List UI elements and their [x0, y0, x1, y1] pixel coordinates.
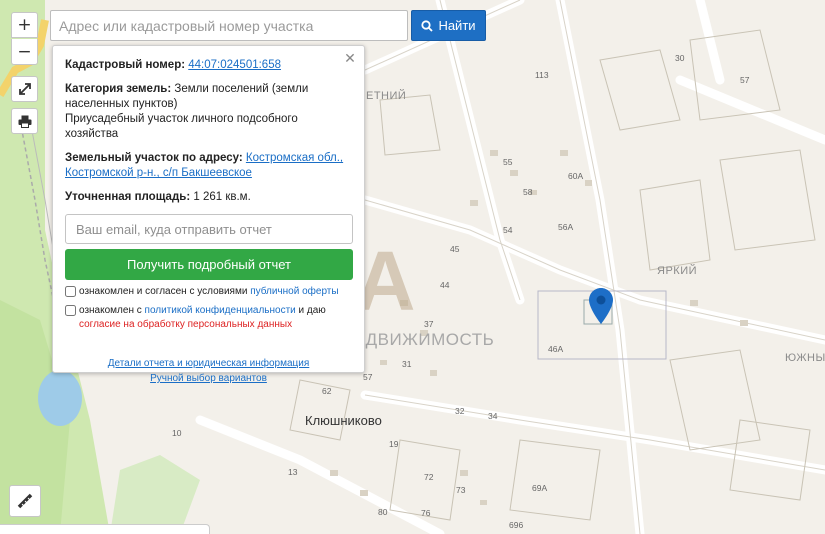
popup-links: Детали отчета и юридическая информация Р… — [65, 356, 352, 386]
house-number: 55 — [503, 157, 513, 167]
house-number: 10 — [172, 428, 182, 438]
area-label: ЮЖНЫ — [785, 352, 825, 364]
house-number: 31 — [402, 359, 412, 369]
cadastral-link[interactable]: 44:07:024501:658 — [188, 59, 281, 71]
house-number: 56A — [558, 222, 574, 232]
house-number: 32 — [455, 406, 465, 416]
address-row: Земельный участок по адресу: Костромская… — [65, 151, 352, 181]
house-number: 73 — [456, 485, 466, 495]
search-input[interactable] — [50, 10, 408, 41]
house-number: 113 — [535, 70, 549, 80]
house-number: 80 — [378, 507, 388, 517]
expand-icon — [18, 83, 31, 95]
house-number: 54 — [503, 225, 513, 235]
house-number: 30 — [675, 53, 685, 63]
house-number: 58 — [523, 187, 533, 197]
house-number: 76 — [421, 508, 431, 518]
printer-icon — [18, 115, 31, 128]
area-label: Уточненная площадь: — [65, 191, 191, 203]
zoom-in-button[interactable]: + — [11, 12, 38, 38]
cadastral-row: Кадастровый номер: 44:07:024501:658 — [65, 58, 352, 73]
privacy-policy-link[interactable]: политикой конфиденциальности — [145, 305, 296, 316]
ruler-icon — [17, 493, 33, 509]
house-number: 72 — [424, 472, 434, 482]
bottom-panel-tab[interactable] — [0, 524, 210, 534]
search-button-label: Найти — [438, 18, 476, 33]
house-number: 45 — [450, 244, 460, 254]
consent-privacy-row: ознакомлен с политикой конфиденциальност… — [65, 304, 352, 332]
area-label: ЯРКИЙ — [657, 265, 698, 277]
consent-offer-row: ознакомлен и согласен с условиями публич… — [65, 285, 352, 299]
village-label: Клюшниково — [305, 413, 382, 428]
fullscreen-button[interactable] — [11, 76, 38, 102]
house-number: 19 — [389, 439, 399, 449]
house-number: 57 — [740, 75, 750, 85]
get-report-button[interactable]: Получить подробный отчет — [65, 249, 353, 280]
plus-icon: + — [17, 15, 32, 35]
minus-icon: − — [17, 41, 32, 62]
house-number: 62 — [322, 386, 332, 396]
house-number: 57 — [363, 372, 373, 382]
email-field[interactable] — [65, 214, 353, 244]
consent-offer-checkbox[interactable] — [65, 286, 76, 297]
house-number: 34 — [488, 411, 498, 421]
cadastral-label: Кадастровый номер: — [65, 59, 186, 71]
close-icon[interactable]: ✕ — [343, 52, 357, 66]
house-number: 69A — [532, 483, 548, 493]
address-label: Земельный участок по адресу: — [65, 152, 243, 164]
house-number: 37 — [424, 319, 434, 329]
zoom-out-button[interactable]: − — [11, 39, 38, 65]
category-row: Категория земель: Земли поселений (земли… — [65, 82, 352, 142]
area-label: ЕТНИЙ — [366, 90, 407, 102]
print-button[interactable] — [11, 108, 38, 134]
house-number: 46A — [548, 344, 564, 354]
usage-value: Приусадебный участок личного подсобного … — [65, 113, 298, 140]
house-number: 696 — [509, 520, 524, 530]
consent-privacy-checkbox[interactable] — [65, 305, 76, 316]
search-button[interactable]: Найти — [411, 10, 486, 41]
location-pin-icon[interactable] — [589, 288, 613, 324]
personal-data-consent-text: согласие на обработку персональных данны… — [79, 319, 293, 330]
consent-offer-text: ознакомлен и согласен с условиями — [79, 286, 248, 297]
ruler-button[interactable] — [9, 485, 41, 517]
search-icon — [421, 19, 434, 32]
area-row: Уточненная площадь: 1 261 кв.м. — [65, 190, 352, 205]
house-number: 44 — [440, 280, 450, 290]
consent-privacy-and: и даю — [298, 305, 326, 316]
area-value: 1 261 кв.м. — [193, 191, 251, 203]
category-label: Категория земель: — [65, 83, 172, 95]
consent-privacy-text: ознакомлен с — [79, 305, 142, 316]
manual-choice-link[interactable]: Ручной выбор вариантов — [150, 373, 267, 384]
public-offer-link[interactable]: публичной оферты — [250, 286, 338, 297]
house-number: 13 — [288, 467, 298, 477]
details-link[interactable]: Детали отчета и юридическая информация — [108, 358, 310, 369]
house-number: 60A — [568, 171, 584, 181]
parcel-info-popup: ✕ Кадастровый номер: 44:07:024501:658 Ка… — [52, 45, 365, 384]
